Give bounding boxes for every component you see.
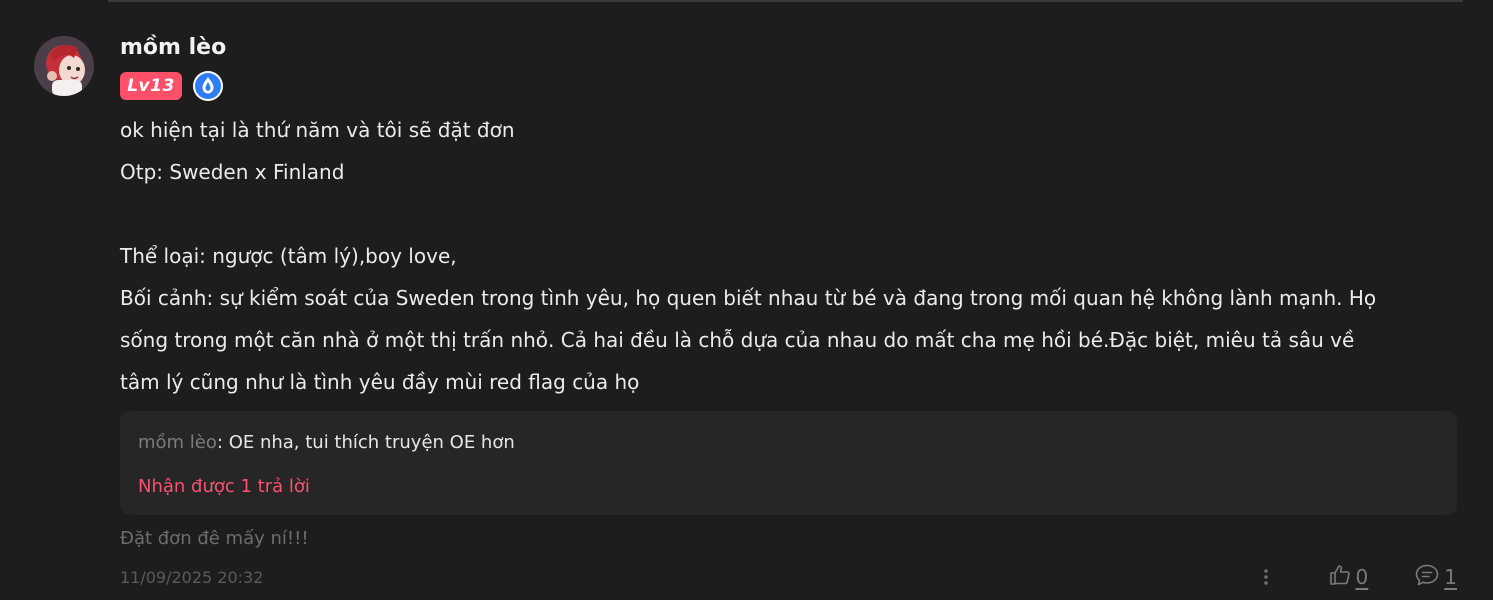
shield-badge-icon: [192, 70, 224, 102]
comment-bubble-icon: [1414, 563, 1440, 592]
like-button[interactable]: 0: [1328, 563, 1369, 592]
comment-line: [120, 193, 1457, 235]
comment-line: Thể loại: ngược (tâm lý),boy love,: [120, 244, 457, 268]
view-replies-link[interactable]: Nhận được 1 trả lời: [138, 471, 1439, 503]
comment-body: mồm lèo Lv13 ok hiện tại là thứ năm và t…: [120, 30, 1457, 555]
reply-preview: mồm lèo: OE nha, tui thích truyện OE hơn: [138, 427, 1439, 459]
level-badge: Lv13: [120, 72, 182, 100]
comment-text: ok hiện tại là thứ năm và tôi sẽ đặt đơn…: [120, 109, 1457, 403]
reply-author[interactable]: mồm lèo: [138, 432, 217, 453]
avatar-image: [34, 36, 94, 96]
comment-footer: 11/09/2025 20:32 0 1: [120, 560, 1457, 594]
like-count: 0: [1355, 565, 1369, 589]
comment-line: Otp: Sweden x Finland: [120, 160, 345, 184]
reply-text: OE nha, tui thích truyện OE hơn: [228, 432, 515, 453]
avatar[interactable]: [34, 36, 94, 96]
username[interactable]: mồm lèo: [120, 31, 1457, 65]
user-badges: Lv13: [120, 69, 1457, 103]
timestamp: 11/09/2025 20:32: [120, 567, 264, 587]
more-vertical-icon[interactable]: [1256, 565, 1276, 589]
reply-button[interactable]: 1: [1414, 563, 1457, 592]
top-divider: [108, 0, 1463, 2]
comment-actions: 0 1: [1256, 563, 1457, 592]
comment-subtitle: Đặt đơn đê mấy ní!!!: [120, 528, 309, 549]
comment-line: Bối cảnh: sự kiểm soát của Sweden trong …: [120, 286, 1377, 310]
comment-line: ok hiện tại là thứ năm và tôi sẽ đặt đơn: [120, 118, 515, 142]
comment-line: tâm lý cũng như là tình yêu đầy mùi red …: [120, 370, 640, 394]
reply-separator: :: [216, 432, 229, 453]
reply-preview-box[interactable]: mồm lèo: OE nha, tui thích truyện OE hơn…: [120, 411, 1457, 515]
thumbs-up-icon: [1328, 563, 1352, 592]
reply-count: 1: [1444, 565, 1457, 589]
comment-line: sống trong một căn nhà ở một thị trấn nh…: [120, 328, 1355, 352]
